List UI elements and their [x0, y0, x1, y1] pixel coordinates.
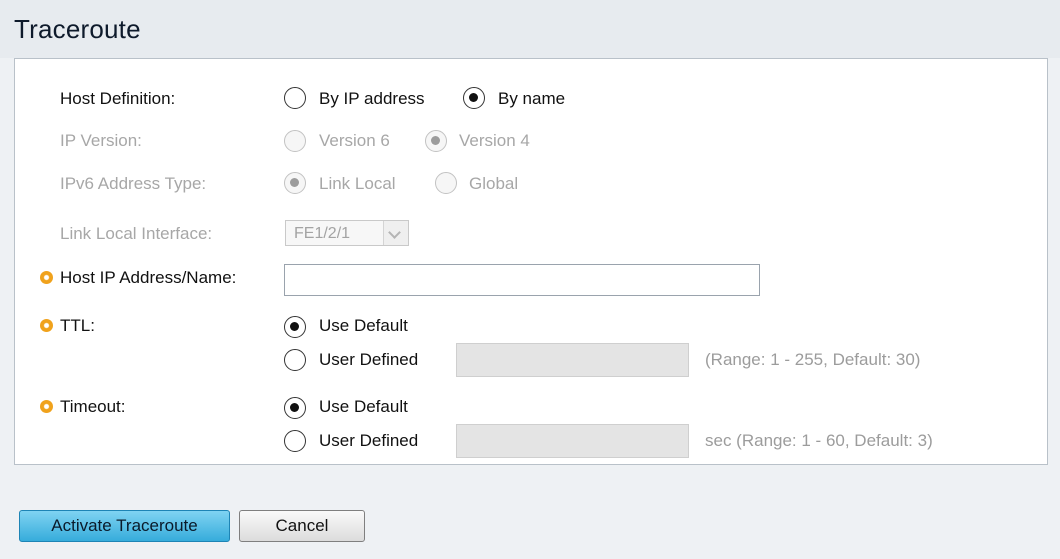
ttl-use-default-label[interactable]: Use Default — [319, 316, 408, 336]
activate-traceroute-button[interactable]: Activate Traceroute — [19, 510, 230, 542]
timeout-use-default-radio[interactable] — [284, 397, 306, 419]
timeout-range-hint: sec (Range: 1 - 60, Default: 3) — [705, 431, 933, 450]
host-ip-address-name-label: Host IP Address/Name: — [60, 268, 237, 287]
link-local-interface-label: Link Local Interface: — [60, 224, 213, 243]
ipv6-address-type-label: IPv6 Address Type: — [60, 174, 207, 193]
page-title: Traceroute — [14, 14, 141, 44]
ip-version-6-radio — [284, 130, 306, 152]
timeout-user-defined-label[interactable]: User Defined — [319, 431, 418, 451]
ttl-label: TTL: — [60, 316, 95, 335]
timeout-label: Timeout: — [60, 397, 126, 416]
ttl-use-default-radio[interactable] — [284, 316, 306, 338]
ttl-user-defined-label[interactable]: User Defined — [319, 350, 418, 370]
by-ip-address-label[interactable]: By IP address — [319, 89, 425, 109]
ttl-user-defined-input[interactable] — [456, 343, 689, 377]
version-4-label: Version 4 — [459, 131, 530, 150]
host-ip-address-name-input[interactable] — [284, 264, 760, 296]
link-local-interface-value: FE1/2/1 — [294, 225, 351, 242]
required-gear-icon — [38, 398, 55, 415]
by-name-label[interactable]: By name — [498, 89, 565, 109]
ttl-range-hint: (Range: 1 - 255, Default: 30) — [705, 350, 921, 369]
title-bar: Traceroute — [0, 0, 1060, 58]
timeout-user-defined-input[interactable] — [456, 424, 689, 458]
timeout-user-defined-radio[interactable] — [284, 430, 306, 452]
traceroute-form — [14, 58, 1048, 465]
link-local-interface-select: FE1/2/1 — [285, 220, 409, 246]
chevron-down-icon — [383, 221, 408, 245]
link-local-radio — [284, 172, 306, 194]
version-6-label: Version 6 — [319, 131, 390, 150]
host-definition-by-name-radio[interactable] — [463, 87, 485, 109]
cancel-button[interactable]: Cancel — [239, 510, 365, 542]
required-gear-icon — [38, 269, 55, 286]
required-gear-icon — [38, 317, 55, 334]
host-definition-by-ip-radio[interactable] — [284, 87, 306, 109]
global-label: Global — [469, 174, 519, 193]
ttl-user-defined-radio[interactable] — [284, 349, 306, 371]
ip-version-4-radio — [425, 130, 447, 152]
link-local-label: Link Local — [319, 174, 396, 193]
timeout-use-default-label[interactable]: Use Default — [319, 397, 408, 417]
host-definition-label: Host Definition: — [60, 89, 176, 108]
global-radio — [435, 172, 457, 194]
ip-version-label: IP Version: — [60, 131, 142, 150]
